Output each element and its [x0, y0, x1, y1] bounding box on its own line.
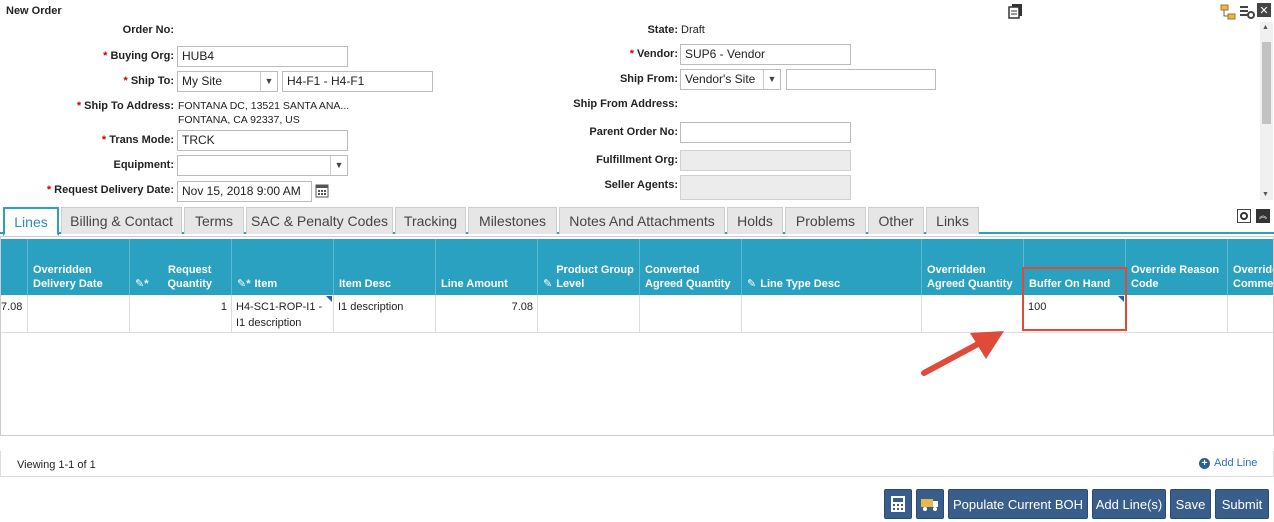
annotation-arrow-icon [921, 331, 1004, 376]
grid-horizontal-scrollbar[interactable]: ◀ ▶ [1, 435, 1273, 436]
page-title: New Order [6, 5, 62, 17]
chevron-down-icon: ▼ [763, 70, 780, 89]
parent-order-input[interactable] [680, 122, 851, 143]
edit-icon: ✎ [747, 278, 757, 290]
tab-milestones[interactable]: Milestones [468, 207, 557, 234]
request-delivery-label: * Request Delivery Date: [46, 184, 174, 196]
collapse-icon[interactable]: ︽ [1256, 209, 1270, 223]
close-icon[interactable]: ✕ [1257, 3, 1271, 17]
hierarchy-icon[interactable] [1220, 4, 1236, 20]
column-header-converted-agreed-quantity[interactable]: Converted Agreed Quantity [640, 239, 742, 295]
ship-to-address-label: * Ship To Address: [76, 100, 174, 112]
fulfillment-org-label: Fulfillment Org: [596, 154, 678, 166]
column-header-line-amount[interactable]: Line Amount [436, 239, 538, 295]
column-header-item[interactable]: ✎* Item [232, 239, 334, 295]
grid-settings-icon[interactable] [1239, 4, 1255, 20]
cell-overridden-delivery-date[interactable] [28, 295, 130, 333]
tab-links[interactable]: Links [926, 207, 979, 234]
state-label: State: [647, 24, 678, 36]
seller-agents-input [680, 175, 851, 200]
trans-mode-label: * Trans Mode: [101, 134, 174, 146]
buying-org-input[interactable]: HUB4 [177, 46, 348, 67]
tab-bar: Lines Billing & Contact Terms SAC & Pena… [0, 207, 1274, 236]
chevron-down-icon: ▼ [260, 72, 277, 91]
edit-icon: ✎ [543, 278, 553, 290]
ship-to-label: * Ship To: [123, 75, 174, 87]
vendor-input[interactable]: SUP6 - Vendor [680, 44, 851, 65]
calculator-icon [891, 496, 905, 512]
edit-icon: ✎* [135, 278, 149, 290]
column-header-prev [1, 239, 28, 295]
submit-button[interactable]: Submit [1215, 489, 1269, 519]
ship-from-label: Ship From: [619, 73, 678, 85]
cell-override-reason-code[interactable] [1126, 295, 1228, 333]
lines-grid: Overridden Delivery Date ✎* Request Quant… [0, 236, 1274, 436]
ship-from-input[interactable] [786, 69, 936, 90]
tab-terms[interactable]: Terms [184, 207, 244, 234]
cell-line-amount[interactable]: 7.08 [436, 295, 538, 333]
seller-agents-label: Seller Agents: [604, 179, 678, 191]
tab-notes-attachments[interactable]: Notes And Attachments [559, 207, 725, 234]
truck-button[interactable] [916, 489, 944, 519]
grid-footer [0, 451, 1274, 477]
calendar-icon[interactable] [314, 182, 330, 200]
equipment-label: Equipment: [113, 159, 175, 171]
tab-lines[interactable]: Lines [3, 207, 59, 236]
trans-mode-input[interactable]: TRCK [177, 130, 348, 151]
cell-overridden-agreed-quantity[interactable] [922, 295, 1024, 333]
settings-icon[interactable] [1237, 209, 1251, 223]
populate-boh-button[interactable]: Populate Current BOH [948, 489, 1088, 519]
fulfillment-org-input [680, 150, 851, 171]
cell-request-quantity[interactable]: 1 [130, 295, 232, 333]
cell-item[interactable]: H4-SC1-ROP-I1 - I1 description [232, 295, 334, 333]
edit-icon: ✎* [237, 278, 251, 290]
column-header-override-comment[interactable]: Override Comme [1228, 239, 1273, 295]
tab-problems[interactable]: Problems [785, 207, 866, 234]
column-header-overridden-agreed-quantity[interactable]: Overridden Agreed Quantity [922, 239, 1024, 295]
edit-marker-icon [326, 296, 332, 302]
vendor-label: * Vendor: [629, 48, 678, 60]
plus-icon: + [1199, 457, 1210, 469]
tab-sac-penalty-codes[interactable]: SAC & Penalty Codes [246, 207, 393, 234]
request-delivery-input[interactable]: Nov 15, 2018 9:00 AM [177, 181, 312, 202]
cell-item-desc[interactable]: I1 description [334, 295, 436, 333]
calculator-button[interactable] [884, 489, 912, 519]
column-header-overridden-delivery-date[interactable]: Overridden Delivery Date [28, 239, 130, 295]
equipment-select[interactable]: ▼ [177, 155, 348, 176]
add-line-link[interactable]: + Add Line [1199, 457, 1257, 469]
cell-prev-amount[interactable]: 7.08 [1, 295, 28, 333]
tab-tracking[interactable]: Tracking [395, 207, 466, 234]
ship-to-address-line1: FONTANA DC, 13521 SANTA ANA... [178, 100, 350, 112]
buffer-on-hand-highlight [1022, 267, 1127, 331]
save-button[interactable]: Save [1170, 489, 1211, 519]
order-no-label: Order No: [122, 24, 174, 36]
cell-product-group-level[interactable] [538, 295, 640, 333]
cell-override-comment[interactable] [1228, 295, 1273, 333]
ship-to-select[interactable]: My Site ▼ [177, 71, 278, 92]
add-lines-button[interactable]: Add Line(s) [1092, 489, 1166, 519]
state-value: Draft [681, 24, 705, 36]
truck-icon [921, 499, 938, 511]
column-header-line-type-desc[interactable]: ✎ Line Type Desc [742, 239, 922, 295]
column-header-item-desc[interactable]: Item Desc [334, 239, 436, 295]
ship-to-input[interactable]: H4-F1 - H4-F1 [282, 71, 433, 92]
tab-other[interactable]: Other [868, 207, 924, 234]
parent-order-label: Parent Order No: [589, 126, 678, 138]
chevron-down-icon: ▼ [330, 156, 347, 175]
ship-from-select[interactable]: Vendor's Site ▼ [680, 69, 781, 90]
buying-org-label: * Buying Org: [103, 50, 174, 62]
column-header-request-quantity[interactable]: ✎* Request Quantity [130, 239, 232, 295]
viewing-status: Viewing 1-1 of 1 [17, 459, 96, 471]
cell-line-type-desc[interactable] [742, 295, 922, 333]
ship-to-address-line2: FONTANA, CA 92337, US [178, 114, 300, 126]
tab-holds[interactable]: Holds [727, 207, 783, 234]
tab-billing-contact[interactable]: Billing & Contact [61, 207, 182, 234]
column-header-override-reason-code[interactable]: Override Reason Code [1126, 239, 1228, 295]
cell-converted-agreed-quantity[interactable] [640, 295, 742, 333]
form-scrollbar[interactable]: ▲ ▼ [1260, 22, 1273, 200]
column-header-product-group-level[interactable]: ✎ Product Group Level [538, 239, 640, 295]
copy-icon[interactable] [1008, 3, 1024, 19]
ship-from-address-label: Ship From Address: [573, 98, 678, 110]
